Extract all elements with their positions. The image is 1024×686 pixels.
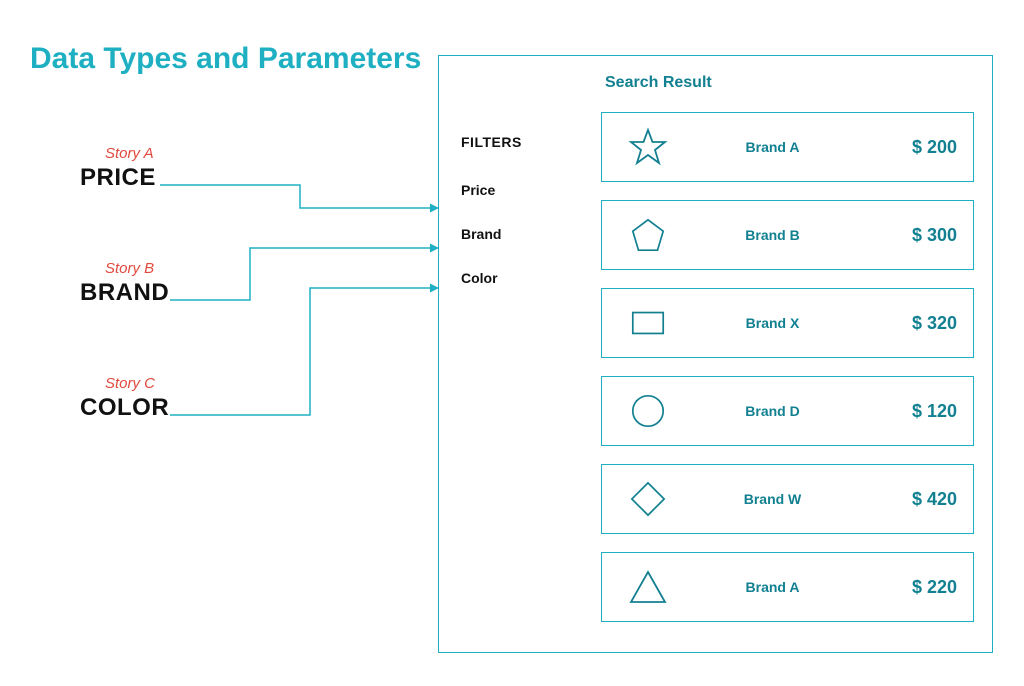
result-price-label: $ 320 bbox=[867, 313, 957, 334]
story-name: BRAND bbox=[80, 279, 169, 307]
result-row[interactable]: Brand W $ 420 bbox=[601, 464, 974, 534]
result-brand-label: Brand B bbox=[678, 227, 867, 243]
rectangle-icon bbox=[618, 308, 678, 338]
result-brand-label: Brand X bbox=[678, 315, 867, 331]
story-name: PRICE bbox=[80, 164, 156, 192]
results-panel: FILTERS Price Brand Color Search Result … bbox=[438, 55, 993, 653]
result-row[interactable]: Brand A $ 220 bbox=[601, 552, 974, 622]
result-row[interactable]: Brand B $ 300 bbox=[601, 200, 974, 270]
results-heading: Search Result bbox=[601, 74, 974, 92]
filter-brand[interactable]: Brand bbox=[461, 226, 601, 242]
results-column: Search Result Brand A $ 200 Brand B $ 30… bbox=[601, 74, 974, 634]
result-brand-label: Brand A bbox=[678, 139, 867, 155]
triangle-icon bbox=[618, 568, 678, 606]
result-price-label: $ 220 bbox=[867, 577, 957, 598]
star-icon bbox=[618, 127, 678, 167]
result-row[interactable]: Brand A $ 200 bbox=[601, 112, 974, 182]
result-brand-label: Brand A bbox=[678, 579, 867, 595]
pentagon-icon bbox=[618, 216, 678, 254]
result-row[interactable]: Brand D $ 120 bbox=[601, 376, 974, 446]
circle-icon bbox=[618, 392, 678, 430]
story-label: Story A bbox=[80, 145, 156, 162]
result-brand-label: Brand W bbox=[678, 491, 867, 507]
result-price-label: $ 420 bbox=[867, 489, 957, 510]
story-label: Story C bbox=[80, 375, 169, 392]
result-price-label: $ 200 bbox=[867, 137, 957, 158]
story-price: Story A PRICE bbox=[80, 145, 156, 192]
result-price-label: $ 120 bbox=[867, 401, 957, 422]
page-title: Data Types and Parameters bbox=[30, 40, 421, 78]
story-label: Story B bbox=[80, 260, 169, 277]
story-brand: Story B BRAND bbox=[80, 260, 169, 307]
diamond-icon bbox=[618, 480, 678, 518]
filters-heading: FILTERS bbox=[461, 134, 601, 150]
filter-color[interactable]: Color bbox=[461, 270, 601, 286]
filters-column: FILTERS Price Brand Color bbox=[461, 74, 601, 634]
result-price-label: $ 300 bbox=[867, 225, 957, 246]
story-color: Story C COLOR bbox=[80, 375, 169, 422]
filter-price[interactable]: Price bbox=[461, 182, 601, 198]
result-brand-label: Brand D bbox=[678, 403, 867, 419]
result-row[interactable]: Brand X $ 320 bbox=[601, 288, 974, 358]
story-name: COLOR bbox=[80, 394, 169, 422]
